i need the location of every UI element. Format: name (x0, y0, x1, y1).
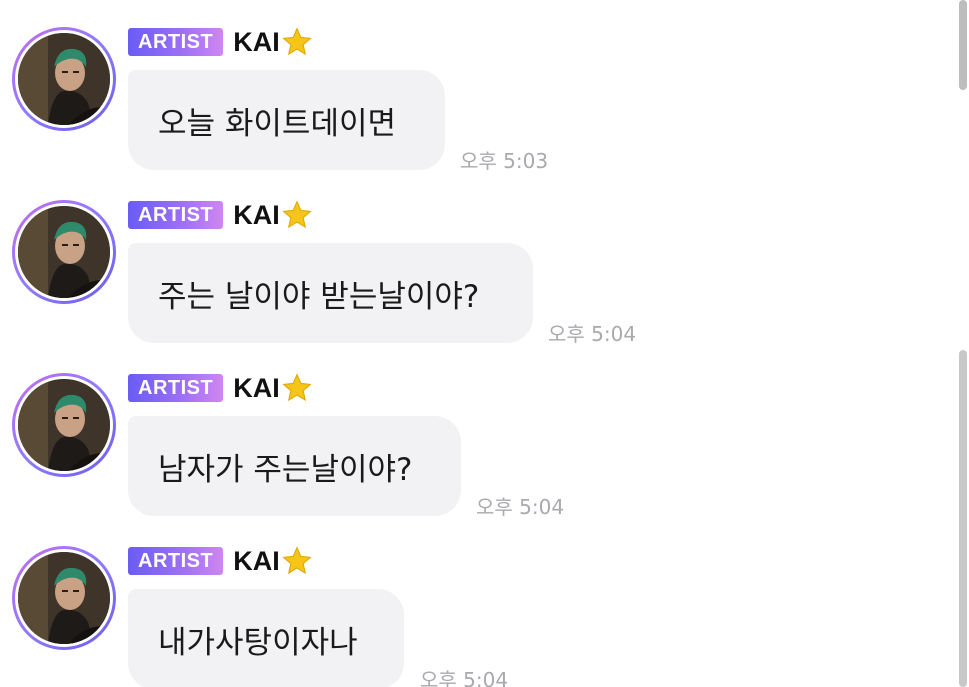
scrollbar-thumb[interactable] (959, 350, 967, 687)
sender-name-label: KAI (233, 545, 280, 576)
message-header: ARTIST KAI (128, 200, 313, 230)
sender-name-label: KAI (233, 199, 280, 230)
avatar[interactable] (12, 546, 116, 650)
scrollbar[interactable] (957, 0, 969, 687)
message-bubble[interactable]: 남자가 주는날이야? (128, 416, 461, 516)
avatar[interactable] (12, 200, 116, 304)
message-text: 오늘 화이트데이면 (158, 105, 397, 142)
message-text: 주는 날이야 받는날이야? (158, 278, 480, 315)
avatar[interactable] (12, 373, 116, 477)
message-bubble[interactable]: 주는 날이야 받는날이야? (128, 243, 533, 343)
message-bubble[interactable]: 내가사탕이자나 (128, 589, 404, 687)
sender-name[interactable]: KAI (233, 545, 313, 577)
message-header: ARTIST KAI (128, 373, 313, 403)
sender-name[interactable]: KAI (233, 26, 313, 58)
avatar[interactable] (12, 27, 116, 131)
chat-message: ARTIST KAI 내가사탕이자나 오후 5:04 (0, 519, 969, 687)
message-header: ARTIST KAI (128, 546, 313, 576)
message-time: 오후 5:03 (460, 149, 549, 173)
message-time: 오후 5:04 (420, 668, 509, 687)
message-text: 내가사탕이자나 (158, 624, 358, 661)
sender-name[interactable]: KAI (233, 372, 313, 404)
artist-badge: ARTIST (128, 201, 224, 229)
message-header: ARTIST KAI (128, 27, 313, 57)
chat-message: ARTIST KAI 남자가 주는날이야? 오후 5:04 (0, 346, 969, 521)
avatar-photo (15, 376, 113, 474)
star-icon (282, 546, 312, 575)
message-bubble[interactable]: 오늘 화이트데이면 (128, 70, 445, 170)
chat-message: ARTIST KAI 주는 날이야 받는날이야? 오후 5:04 (0, 173, 969, 348)
sender-name-label: KAI (233, 26, 280, 57)
star-icon (282, 200, 312, 229)
avatar-photo (15, 549, 113, 647)
sender-name[interactable]: KAI (233, 199, 313, 231)
avatar-photo (15, 30, 113, 128)
artist-badge: ARTIST (128, 374, 224, 402)
sender-name-label: KAI (233, 372, 280, 403)
artist-badge: ARTIST (128, 547, 224, 575)
star-icon (282, 373, 312, 402)
star-icon (282, 27, 312, 56)
message-time: 오후 5:04 (476, 495, 565, 519)
message-text: 남자가 주는날이야? (158, 451, 413, 488)
chat-area: ARTIST KAI 오늘 화이트데이면 오후 5:03 ARTIST KAI … (0, 0, 969, 687)
avatar-photo (15, 203, 113, 301)
message-time: 오후 5:04 (548, 322, 637, 346)
artist-badge: ARTIST (128, 28, 224, 56)
scrollbar-thumb-top[interactable] (959, 0, 967, 90)
chat-message: ARTIST KAI 오늘 화이트데이면 오후 5:03 (0, 0, 969, 175)
